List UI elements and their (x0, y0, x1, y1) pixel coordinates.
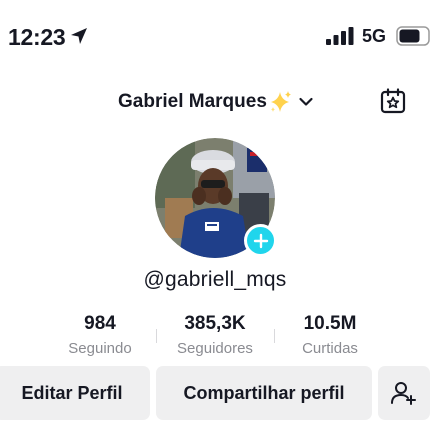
battery-icon (396, 26, 430, 46)
signal-icon (326, 27, 354, 45)
profile-header: Gabriel Marques (0, 86, 430, 118)
chevron-down-icon (299, 97, 313, 106)
network-type: 5G (362, 26, 387, 46)
profile-handle: @gabriell_mqs (143, 268, 287, 291)
display-name: Gabriel Marques (118, 91, 267, 112)
stat-following[interactable]: 984 Seguindo (40, 312, 160, 357)
status-bar: 12:23 5G (0, 0, 430, 72)
status-time: 12:23 (8, 24, 66, 50)
location-arrow-icon (71, 28, 87, 44)
sparkle-icon (270, 91, 291, 112)
account-switcher[interactable]: Gabriel Marques (118, 86, 314, 118)
stat-followers[interactable]: 385,3K Seguidores (155, 312, 275, 357)
share-profile-button[interactable]: Compartilhar perfil (156, 366, 372, 420)
add-friend-button[interactable] (378, 366, 430, 420)
edit-profile-button[interactable]: Editar Perfil (0, 366, 150, 420)
profile-screen: 12:23 5G Gabriel Marques @gabriell_mqs 9… (0, 0, 430, 430)
following-count: 984 (84, 313, 116, 334)
likes-label: Curtidas (302, 340, 358, 357)
profile-actions: Editar Perfil Compartilhar perfil (0, 366, 430, 420)
plus-icon (253, 233, 268, 248)
calendar-icon[interactable] (380, 88, 406, 114)
followers-label: Seguidores (177, 340, 253, 357)
add-user-icon (391, 382, 416, 405)
profile-stats: 984 Seguindo 385,3K Seguidores 10.5M Cur… (0, 312, 430, 362)
avatar-container (155, 138, 277, 258)
stat-likes[interactable]: 10.5M Curtidas (270, 312, 390, 357)
add-story-button[interactable] (244, 224, 277, 257)
following-label: Seguindo (68, 340, 132, 357)
likes-count: 10.5M (303, 313, 357, 334)
followers-count: 385,3K (184, 313, 246, 334)
